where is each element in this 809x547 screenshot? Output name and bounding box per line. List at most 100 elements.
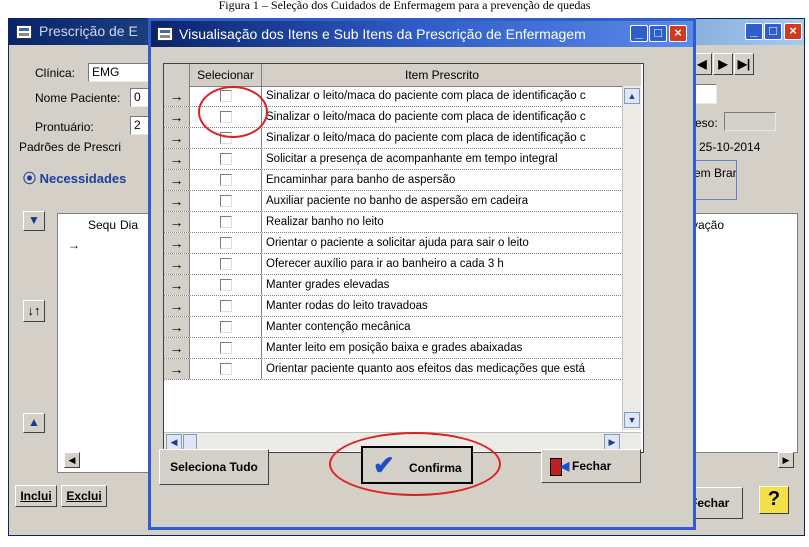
item-text: Sinalizar o leito/maca do paciente com p… xyxy=(266,90,586,102)
list-item[interactable]: → Manter rodas do leito travadoas xyxy=(164,296,641,317)
row-indicator-arrow-icon: → xyxy=(164,107,190,127)
item-text: Realizar banho no leito xyxy=(266,216,384,228)
exit-arrow-icon: ◀ xyxy=(560,459,570,473)
row-indicator-arrow-icon: → xyxy=(164,296,190,316)
scroll-up-button[interactable]: ▲ xyxy=(23,413,45,433)
select-checkbox[interactable] xyxy=(220,300,232,312)
list-item[interactable]: → Encaminhar para banho de aspersão xyxy=(164,170,641,191)
weight-field[interactable] xyxy=(724,112,776,131)
row-indicator-arrow-icon: → xyxy=(164,338,190,358)
list-item[interactable]: → Manter grades elevadas xyxy=(164,275,641,296)
hscroll-right-button[interactable]: ▶ xyxy=(778,452,794,468)
item-text: Manter leito em posição baixa e grades a… xyxy=(266,342,523,354)
close-button[interactable]: × xyxy=(784,23,802,40)
grid-row-arrow-icon: → xyxy=(68,238,80,252)
blank-option-box[interactable]: em Branco xyxy=(693,160,737,200)
scroll-up-arrow-icon[interactable]: ▲ xyxy=(624,88,640,104)
select-checkbox[interactable] xyxy=(220,153,232,165)
row-indicator-arrow-icon: → xyxy=(164,191,190,211)
item-text: Oferecer auxílio para ir ao banheiro a c… xyxy=(266,258,504,270)
row-indicator-arrow-icon: → xyxy=(164,359,190,379)
patient-name-field[interactable]: 0 xyxy=(130,88,150,107)
right-top-field[interactable] xyxy=(695,84,717,104)
list-item[interactable]: → Auxiliar paciente no banho de aspersão … xyxy=(164,191,641,212)
select-all-button-label: Seleciona Tudo xyxy=(170,460,258,474)
prescription-grid: Sequ Dia → xyxy=(57,213,149,473)
select-checkbox[interactable] xyxy=(220,195,232,207)
clinic-field[interactable]: EMG xyxy=(88,63,150,82)
dialog-titlebar: Visualisação dos Itens e Sub Itens da Pr… xyxy=(151,21,693,47)
sort-button[interactable]: ↓↑ xyxy=(23,300,45,322)
record-field[interactable]: 2 xyxy=(130,116,150,135)
nav-last-button[interactable]: ▶| xyxy=(734,53,754,75)
dialog-close-button[interactable]: × xyxy=(669,25,687,42)
select-cell xyxy=(190,296,262,316)
scroll-down-arrow-icon[interactable]: ▼ xyxy=(624,412,640,428)
grid-col-day: Dia xyxy=(120,218,139,232)
item-text: Auxiliar paciente no banho de aspersão e… xyxy=(266,195,529,207)
date-text: 25-10-2014 xyxy=(699,140,761,154)
header-indicator-cell xyxy=(164,64,190,86)
row-indicator-arrow-icon: → xyxy=(164,149,190,169)
list-item[interactable]: → Realizar banho no leito xyxy=(164,212,641,233)
needs-radio[interactable]: ⦿ Necessidades xyxy=(23,168,126,187)
vertical-scrollbar[interactable]: ▲ ▼ xyxy=(622,86,641,430)
include-button-label: Inclui xyxy=(20,489,52,503)
row-indicator-arrow-icon: → xyxy=(164,128,190,148)
header-item[interactable]: Item Prescrito xyxy=(262,64,622,86)
scroll-down-button[interactable]: ▼ xyxy=(23,211,45,231)
select-checkbox[interactable] xyxy=(220,363,232,375)
select-cell xyxy=(190,191,262,211)
dialog-title: Visualisação dos Itens e Sub Itens da Pr… xyxy=(179,26,586,42)
scroll-thumb[interactable] xyxy=(183,434,197,450)
close-dialog-button-label: Fechar xyxy=(572,459,612,473)
weight-label: eso: xyxy=(695,116,718,130)
list-item[interactable]: → Orientar o paciente a solicitar ajuda p… xyxy=(164,233,641,254)
nav-next-button[interactable]: ▶ xyxy=(713,53,733,75)
select-cell xyxy=(190,170,262,190)
dialog-maximize-button[interactable]: □ xyxy=(649,25,667,42)
item-text: Manter grades elevadas xyxy=(266,279,390,291)
row-indicator-arrow-icon: → xyxy=(164,275,190,295)
needs-radio-label: Necessidades xyxy=(39,171,127,186)
list-item[interactable]: → Solicitar a presença de acompanhante em… xyxy=(164,149,641,170)
list-item[interactable]: → Manter contenção mecânica xyxy=(164,317,641,338)
standards-group-label: Padrões de Prescri xyxy=(19,140,122,154)
minimize-button[interactable]: _ xyxy=(745,23,763,40)
select-checkbox[interactable] xyxy=(220,279,232,291)
select-checkbox[interactable] xyxy=(220,258,232,270)
header-select[interactable]: Selecionar xyxy=(190,64,262,86)
include-button[interactable]: Inclui xyxy=(15,485,57,507)
dialog-minimize-button[interactable]: _ xyxy=(630,25,648,42)
item-text: Orientar paciente quanto aos efeitos das… xyxy=(266,363,586,375)
select-checkbox[interactable] xyxy=(220,216,232,228)
annotation-circle-confirm xyxy=(329,432,501,496)
prescription-window-title: Prescrição de E xyxy=(39,23,138,39)
scroll-left-arrow-icon[interactable]: ◀ xyxy=(166,434,182,450)
select-checkbox[interactable] xyxy=(220,321,232,333)
help-button[interactable]: ? xyxy=(759,486,789,514)
exclude-button[interactable]: Exclui xyxy=(61,485,107,507)
row-indicator-arrow-icon: → xyxy=(164,317,190,337)
select-checkbox[interactable] xyxy=(220,342,232,354)
record-label: Prontuário: xyxy=(35,120,94,134)
select-checkbox[interactable] xyxy=(220,237,232,249)
list-item[interactable]: → Orientar paciente quanto aos efeitos da… xyxy=(164,359,641,380)
select-cell xyxy=(190,338,262,358)
select-cell xyxy=(190,233,262,253)
window-icon xyxy=(16,25,32,39)
scroll-right-arrow-icon[interactable]: ▶ xyxy=(604,434,620,450)
close-dialog-button[interactable]: ◀ Fechar xyxy=(541,449,641,483)
list-item[interactable]: → Oferecer auxílio para ir ao banheiro a … xyxy=(164,254,641,275)
select-cell xyxy=(190,275,262,295)
row-indicator-arrow-icon: → xyxy=(164,170,190,190)
hscroll-left-button[interactable]: ◀ xyxy=(64,452,80,468)
maximize-button[interactable]: □ xyxy=(764,23,782,40)
dialog-window-icon xyxy=(157,27,173,41)
list-item[interactable]: → Manter leito em posição baixa e grades … xyxy=(164,338,641,359)
select-checkbox[interactable] xyxy=(220,174,232,186)
figure-caption: Figura 1 – Seleção dos Cuidados de Enfer… xyxy=(218,0,591,12)
items-list-header: Selecionar Item Prescrito xyxy=(164,64,641,87)
select-cell xyxy=(190,254,262,274)
select-all-button[interactable]: Seleciona Tudo xyxy=(159,449,269,485)
